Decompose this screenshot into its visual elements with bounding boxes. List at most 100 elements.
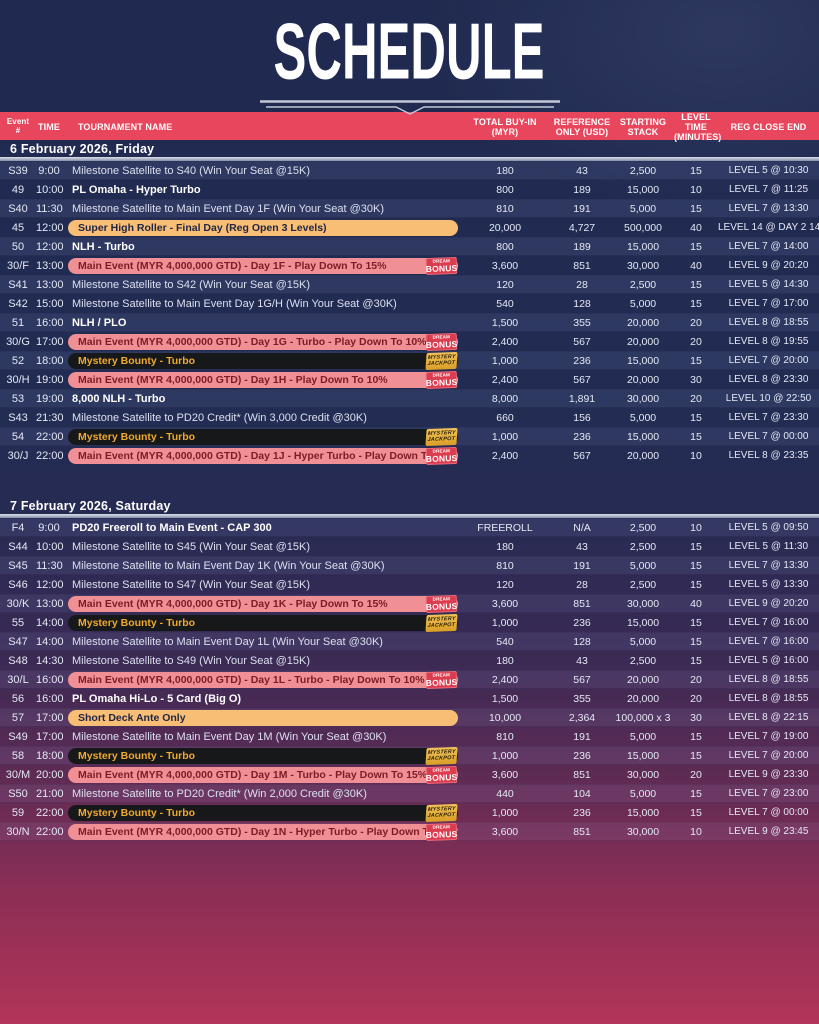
tournament-name-cell: Main Event (MYR 4,000,000 GTD) - Day 1H …	[62, 372, 458, 388]
starting-stack: 30,000	[612, 260, 674, 272]
event-number: S48	[0, 655, 36, 667]
level-time-minutes: 40	[674, 222, 718, 234]
reference-usd: 1,891	[552, 393, 612, 405]
tournament-name: Milestone Satellite to S49 (Win Your Sea…	[68, 655, 310, 667]
tournament-name-cell: Milestone Satellite to Main Event Day 1K…	[62, 560, 458, 572]
start-time: 14:00	[36, 617, 62, 629]
day-header: 7 February 2026, Saturday	[0, 497, 819, 514]
tournament-row: S50 21:00 Milestone Satellite to PD20 Cr…	[0, 784, 819, 803]
reference-usd: 236	[552, 807, 612, 819]
event-number: 54	[0, 431, 36, 443]
day-section: 6 February 2026, Friday S39 9:00 Milesto…	[0, 140, 819, 465]
starting-stack: 20,000	[612, 674, 674, 686]
start-time: 22:00	[36, 450, 62, 462]
total-buy-in: 3,600	[458, 260, 552, 272]
event-number: 52	[0, 355, 36, 367]
total-buy-in: 2,400	[458, 674, 552, 686]
reference-usd: 2,364	[552, 712, 612, 724]
starting-stack: 15,000	[612, 431, 674, 443]
days-container: 6 February 2026, Friday S39 9:00 Milesto…	[0, 140, 819, 841]
total-buy-in: 10,000	[458, 712, 552, 724]
starting-stack: 5,000	[612, 731, 674, 743]
event-number: S44	[0, 541, 36, 553]
start-time: 12:00	[36, 241, 62, 253]
total-buy-in: 3,600	[458, 826, 552, 838]
tournament-name: Milestone Satellite to S45 (Win Your Sea…	[68, 541, 310, 553]
dream-bonus-badge: DREAM BONUS	[426, 594, 458, 612]
schedule-table: Event #TIMETOURNAMENT NAMETOTAL BUY-IN (…	[0, 112, 819, 841]
dream-bonus-badge: DREAM BONUS	[426, 670, 458, 688]
tournament-row: 57 17:00 Short Deck Ante Only 10,000 2,3…	[0, 708, 819, 727]
reference-usd: 567	[552, 450, 612, 462]
tournament-name: PL Omaha Hi-Lo - 5 Card (Big O)	[68, 693, 241, 705]
starting-stack: 2,500	[612, 522, 674, 534]
level-time-minutes: 20	[674, 693, 718, 705]
reg-close-end: LEVEL 8 @ 18:55	[718, 693, 819, 704]
reference-usd: 851	[552, 598, 612, 610]
level-time-minutes: 20	[674, 317, 718, 329]
table-header-row: Event #TIMETOURNAMENT NAMETOTAL BUY-IN (…	[0, 112, 819, 140]
start-time: 13:00	[36, 598, 62, 610]
start-time: 14:00	[36, 636, 62, 648]
event-number: 51	[0, 317, 36, 329]
start-time: 11:30	[36, 203, 62, 215]
tournament-row: 30/J 22:00 Main Event (MYR 4,000,000 GTD…	[0, 446, 819, 465]
tournament-name-cell: Milestone Satellite to Main Event Day 1M…	[62, 731, 458, 743]
total-buy-in: 1,500	[458, 693, 552, 705]
reference-usd: 236	[552, 431, 612, 443]
event-number: S39	[0, 165, 36, 177]
level-time-minutes: 15	[674, 412, 718, 424]
tournament-name: Mystery Bounty - Turbo MYSTERY JACKPOT	[68, 429, 458, 445]
start-time: 10:00	[36, 184, 62, 196]
reference-usd: 28	[552, 279, 612, 291]
level-time-minutes: 15	[674, 165, 718, 177]
reference-usd: 191	[552, 203, 612, 215]
starting-stack: 15,000	[612, 184, 674, 196]
total-buy-in: 1,000	[458, 750, 552, 762]
level-time-minutes: 15	[674, 655, 718, 667]
start-time: 9:00	[36, 522, 62, 534]
tournament-name: Mystery Bounty - Turbo MYSTERY JACKPOT	[68, 353, 458, 369]
tournament-name: Milestone Satellite to Main Event Day 1M…	[68, 731, 386, 743]
tournament-name-cell: 8,000 NLH - Turbo	[62, 393, 458, 405]
reference-usd: 156	[552, 412, 612, 424]
tournament-name-cell: Milestone Satellite to S47 (Win Your Sea…	[62, 579, 458, 591]
starting-stack: 15,000	[612, 807, 674, 819]
total-buy-in: 1,000	[458, 807, 552, 819]
tournament-row: 56 16:00 PL Omaha Hi-Lo - 5 Card (Big O)…	[0, 689, 819, 708]
total-buy-in: 3,600	[458, 598, 552, 610]
event-number: 59	[0, 807, 36, 819]
reference-usd: 43	[552, 655, 612, 667]
start-time: 9:00	[36, 165, 62, 177]
level-time-minutes: 10	[674, 450, 718, 462]
day-section: 7 February 2026, Saturday F4 9:00 PD20 F…	[0, 497, 819, 841]
start-time: 20:00	[36, 769, 62, 781]
starting-stack: 20,000	[612, 374, 674, 386]
event-number: S47	[0, 636, 36, 648]
event-number: 53	[0, 393, 36, 405]
column-header-0: Event #	[0, 118, 36, 136]
start-time: 17:00	[36, 712, 62, 724]
level-time-minutes: 15	[674, 807, 718, 819]
dream-bonus-badge: DREAM BONUS	[426, 370, 458, 388]
reg-close-end: LEVEL 5 @ 16:00	[718, 655, 819, 666]
reference-usd: 4,727	[552, 222, 612, 234]
reference-usd: N/A	[552, 522, 612, 534]
tournament-name-cell: Main Event (MYR 4,000,000 GTD) - Day 1M …	[62, 767, 458, 783]
total-buy-in: 440	[458, 788, 552, 800]
tournament-name: Mystery Bounty - Turbo MYSTERY JACKPOT	[68, 615, 458, 631]
tournament-name-cell: Milestone Satellite to S40 (Win Your Sea…	[62, 165, 458, 177]
reference-usd: 43	[552, 165, 612, 177]
event-number: S41	[0, 279, 36, 291]
tournament-row: 55 14:00 Mystery Bounty - Turbo MYSTERY …	[0, 613, 819, 632]
dream-bonus-badge: DREAM BONUS	[426, 822, 458, 840]
total-buy-in: 1,000	[458, 617, 552, 629]
starting-stack: 2,500	[612, 655, 674, 667]
schedule-page: SCHEDULE Event #TIMETOURNAMENT NAMETOTAL…	[0, 0, 819, 841]
reference-usd: 567	[552, 374, 612, 386]
reg-close-end: LEVEL 5 @ 10:30	[718, 165, 819, 176]
reg-close-end: LEVEL 7 @ 16:00	[718, 617, 819, 628]
total-buy-in: 180	[458, 655, 552, 667]
tournament-name-cell: PL Omaha Hi-Lo - 5 Card (Big O)	[62, 693, 458, 705]
tournament-row: 54 22:00 Mystery Bounty - Turbo MYSTERY …	[0, 427, 819, 446]
